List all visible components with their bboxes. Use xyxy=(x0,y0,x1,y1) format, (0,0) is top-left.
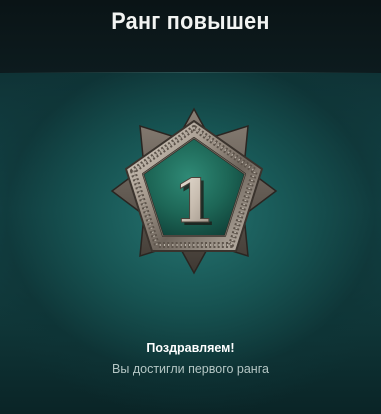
header-bar: Ранг повышен xyxy=(0,0,381,72)
rank-up-screen: Ранг повышен 1 1 Поздравляем! Вы достигл… xyxy=(0,0,381,414)
rank-number: 1 xyxy=(173,167,215,237)
rank-badge-icon: 1 1 xyxy=(110,107,278,275)
congrats-heading: Поздравляем! xyxy=(146,341,235,355)
page-title: Ранг повышен xyxy=(111,8,270,35)
rank-achieved-text: Вы достигли первого ранга xyxy=(112,362,269,376)
